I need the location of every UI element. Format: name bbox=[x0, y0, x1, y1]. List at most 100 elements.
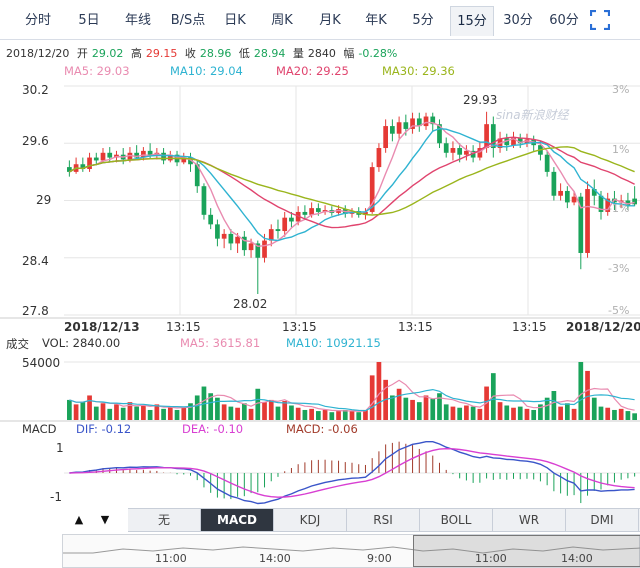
volume-bar bbox=[585, 370, 590, 420]
candle-body bbox=[221, 233, 227, 239]
volume-bar bbox=[524, 408, 530, 420]
scroll-up-button[interactable]: ▲ bbox=[68, 510, 90, 530]
volume-bar bbox=[289, 405, 294, 420]
volume-bar bbox=[511, 407, 516, 420]
volume-bar bbox=[67, 399, 72, 420]
time-tick: 13:15 bbox=[166, 320, 201, 334]
navigator-tick: 14:00 bbox=[561, 552, 593, 565]
volume-bar bbox=[141, 405, 146, 420]
volume-bar bbox=[390, 395, 395, 420]
candle-body bbox=[403, 122, 409, 129]
volume-bar bbox=[477, 408, 483, 420]
volume-bar bbox=[154, 404, 160, 420]
candle-body bbox=[396, 122, 402, 134]
volume-bar bbox=[605, 407, 611, 420]
time-tick: 13:15 bbox=[512, 320, 547, 334]
scroll-down-button[interactable]: ▼ bbox=[94, 510, 116, 530]
volume-ma5: MA5: 3615.81 bbox=[180, 336, 261, 350]
navigator-tick: 9:00 bbox=[367, 552, 392, 565]
volume-bar bbox=[356, 412, 362, 420]
volume-bar bbox=[221, 404, 227, 420]
volume-ma10: MA10: 10921.15 bbox=[286, 336, 381, 350]
candle-body bbox=[87, 157, 92, 170]
volume-bar bbox=[262, 402, 267, 420]
volume-bar bbox=[73, 404, 79, 420]
ma30-line bbox=[69, 146, 635, 216]
volume-bar bbox=[450, 406, 456, 420]
time-tick: 2018/12/20 bbox=[566, 320, 640, 334]
high-annotation: 29.93 bbox=[463, 93, 498, 107]
pct-tick: -5% bbox=[608, 304, 630, 317]
candle-body bbox=[309, 208, 314, 215]
volume-bar bbox=[282, 401, 288, 420]
low-annotation: 28.02 bbox=[233, 297, 268, 311]
volume-bar bbox=[598, 406, 604, 420]
candle-body bbox=[551, 171, 557, 196]
price-tick: 30.2 bbox=[22, 83, 49, 97]
volume-bar bbox=[437, 393, 442, 420]
candle-body bbox=[464, 150, 469, 155]
volume-value: VOL: 2840.00 bbox=[42, 336, 121, 350]
macd-axis-tick: 1 bbox=[56, 441, 64, 455]
volume-bar bbox=[161, 408, 166, 420]
volume-bar bbox=[181, 407, 187, 420]
navigator-tick: 14:00 bbox=[259, 552, 291, 565]
volume-bar bbox=[336, 411, 341, 420]
macd-axis-tick: -1 bbox=[50, 490, 62, 504]
volume-bar bbox=[571, 408, 577, 420]
price-tick: 29 bbox=[36, 193, 52, 207]
navigator-tick: 11:00 bbox=[475, 552, 507, 565]
time-navigator[interactable]: 11:00 14:00 9:00 11:00 14:00 bbox=[62, 534, 640, 568]
candle-body bbox=[544, 154, 550, 172]
volume-bar bbox=[470, 406, 476, 420]
volume-bar bbox=[410, 399, 415, 420]
volume-bar bbox=[464, 405, 469, 420]
volume-bar bbox=[235, 407, 240, 420]
candle-body bbox=[208, 214, 214, 225]
volume-bar bbox=[268, 399, 274, 420]
pct-tick: 1% bbox=[612, 143, 630, 156]
indicator-tab-3[interactable]: RSI bbox=[347, 509, 420, 531]
candle-body bbox=[93, 157, 99, 161]
volume-bar bbox=[551, 391, 557, 420]
indicator-tab-0[interactable]: 无 bbox=[128, 509, 201, 531]
indicator-tab-4[interactable]: BOLL bbox=[420, 509, 493, 531]
price-tick: 27.8 bbox=[22, 304, 49, 318]
time-tick: 13:15 bbox=[398, 320, 433, 334]
candle-body bbox=[275, 229, 281, 232]
volume-bar bbox=[349, 411, 355, 420]
candle-body bbox=[383, 126, 389, 149]
volume-bar bbox=[107, 408, 113, 420]
candle-body bbox=[585, 189, 590, 253]
volume-bar bbox=[497, 402, 503, 420]
volume-bar bbox=[194, 395, 200, 420]
candle-body bbox=[107, 152, 113, 158]
volume-bar bbox=[430, 398, 436, 420]
candle-body bbox=[450, 148, 456, 153]
volume-bar bbox=[295, 407, 301, 420]
candle-body bbox=[215, 224, 220, 239]
volume-bar bbox=[120, 407, 126, 420]
volume-bar bbox=[558, 406, 563, 420]
navigator-window[interactable] bbox=[413, 535, 640, 567]
volume-bar bbox=[174, 409, 180, 420]
volume-bar bbox=[309, 408, 314, 420]
indicator-tab-1[interactable]: MACD bbox=[201, 509, 274, 531]
indicator-tab-6[interactable]: DMI bbox=[566, 509, 639, 531]
volume-bar bbox=[369, 375, 375, 420]
volume-bar bbox=[618, 408, 624, 420]
candle-body bbox=[423, 116, 429, 127]
volume-bar bbox=[228, 406, 234, 420]
volume-bar bbox=[376, 362, 382, 420]
candle-body bbox=[201, 186, 207, 215]
candle-body bbox=[571, 196, 577, 203]
volume-bar bbox=[625, 411, 631, 420]
volume-bar bbox=[443, 404, 449, 420]
candle-body bbox=[262, 240, 267, 258]
volume-bar bbox=[612, 409, 617, 420]
volume-bar bbox=[87, 395, 92, 420]
candle-body bbox=[443, 143, 449, 153]
indicator-tab-2[interactable]: KDJ bbox=[274, 509, 347, 531]
candle-body bbox=[289, 217, 294, 222]
indicator-tab-5[interactable]: WR bbox=[493, 509, 566, 531]
